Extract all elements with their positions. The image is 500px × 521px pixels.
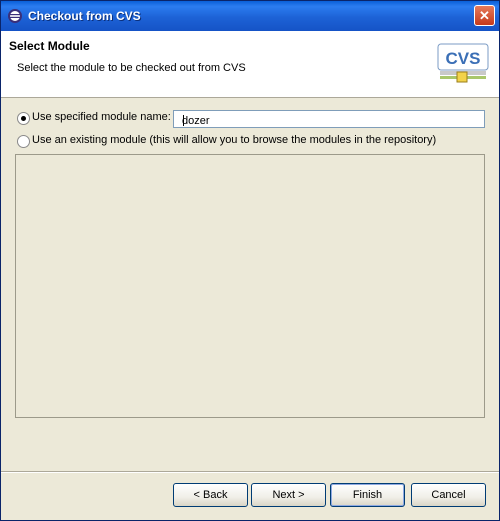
wizard-header: Select Module Select the module to be ch… — [1, 31, 499, 98]
close-button[interactable]: ✕ — [474, 5, 495, 26]
cancel-button[interactable]: Cancel — [411, 483, 486, 507]
use-specified-module-option[interactable]: Use specified module name: — [17, 110, 177, 128]
title-bar[interactable]: Checkout from CVS ✕ — [1, 1, 499, 31]
existing-module-label: Use an existing module (this will allow … — [32, 134, 437, 146]
page-description: Select the module to be checked out from… — [17, 62, 246, 74]
cvs-logo-icon: CVS — [437, 43, 489, 83]
back-button[interactable]: < Back — [173, 483, 248, 507]
finish-button[interactable]: Finish — [330, 483, 405, 507]
eclipse-icon — [8, 9, 22, 23]
module-tree[interactable] — [15, 154, 485, 418]
button-separator — [1, 471, 499, 473]
cvs-logo-text: CVS — [446, 49, 481, 68]
module-name-input[interactable]: dozer — [173, 110, 485, 128]
checkout-dialog: Checkout from CVS ✕ Select Module Select… — [0, 0, 500, 521]
specified-module-radio[interactable] — [17, 112, 30, 125]
window-title: Checkout from CVS — [28, 9, 141, 23]
next-button[interactable]: Next > — [251, 483, 326, 507]
use-existing-module-option[interactable]: Use an existing module (this will allow … — [17, 133, 437, 151]
specified-module-label: Use specified module name: — [32, 111, 171, 123]
close-icon: ✕ — [479, 8, 490, 23]
page-title: Select Module — [9, 39, 90, 53]
existing-module-radio[interactable] — [17, 135, 30, 148]
